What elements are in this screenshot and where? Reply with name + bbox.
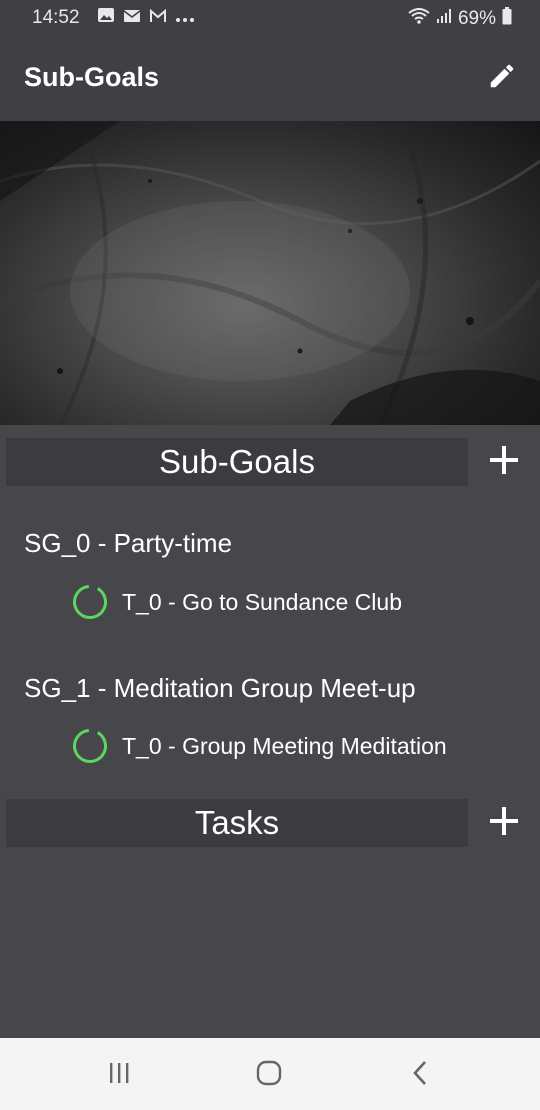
plus-icon — [488, 444, 520, 481]
app-bar: Sub-Goals — [0, 38, 540, 121]
tasks-section-header: Tasks — [6, 799, 468, 847]
system-nav-bar — [0, 1038, 540, 1110]
add-task-button[interactable] — [482, 801, 526, 845]
more-dots-icon — [175, 7, 195, 29]
progress-ring-icon — [72, 584, 108, 620]
signal-icon — [436, 8, 452, 30]
task-item[interactable]: T_0 - Group Meeting Meditation — [72, 728, 447, 764]
plus-icon — [488, 805, 520, 842]
recent-apps-icon — [107, 1062, 131, 1089]
subgoals-section-header: Sub-Goals — [6, 438, 468, 486]
back-icon — [410, 1060, 430, 1091]
add-subgoal-button[interactable] — [482, 440, 526, 484]
subgoal-item[interactable]: SG_1 - Meditation Group Meet-up — [24, 673, 416, 704]
battery-percent: 69% — [457, 8, 496, 29]
tasks-section-title: Tasks — [194, 804, 280, 841]
status-bar: 14:52 69% — [0, 0, 540, 38]
progress-ring-icon — [72, 728, 108, 764]
gmail-icon — [149, 7, 167, 29]
edit-button[interactable] — [484, 60, 520, 96]
task-label: T_0 - Group Meeting Meditation — [122, 732, 447, 759]
status-time: 14:52 — [32, 7, 80, 28]
task-item[interactable]: T_0 - Go to Sundance Club — [72, 584, 402, 620]
home-button[interactable] — [249, 1060, 289, 1090]
home-icon — [256, 1060, 282, 1091]
image-icon — [97, 7, 115, 29]
notification-icons — [97, 7, 195, 29]
task-label: T_0 - Go to Sundance Club — [122, 588, 402, 615]
back-button[interactable] — [400, 1060, 440, 1090]
battery-icon — [502, 7, 512, 31]
subgoals-section-title: Sub-Goals — [159, 443, 315, 480]
header-image — [0, 121, 540, 425]
subgoal-item[interactable]: SG_0 - Party-time — [24, 528, 232, 559]
recent-apps-button[interactable] — [99, 1060, 139, 1090]
pencil-icon — [487, 61, 517, 96]
wifi-icon — [408, 8, 430, 30]
status-right: 69% — [408, 7, 512, 31]
page-title: Sub-Goals — [24, 62, 160, 92]
mail-icon — [123, 7, 141, 29]
